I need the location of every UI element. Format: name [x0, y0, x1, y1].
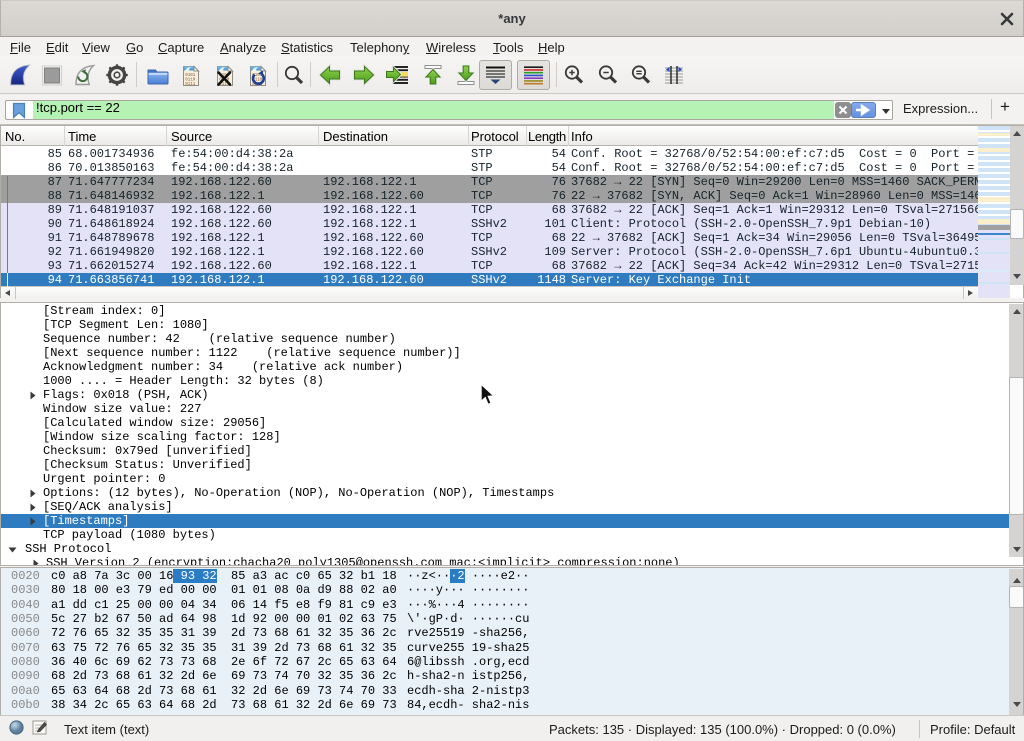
- svg-text:0110: 0110: [185, 78, 196, 82]
- svg-text:0111: 0111: [185, 83, 196, 87]
- svg-text:0101: 0101: [185, 74, 196, 78]
